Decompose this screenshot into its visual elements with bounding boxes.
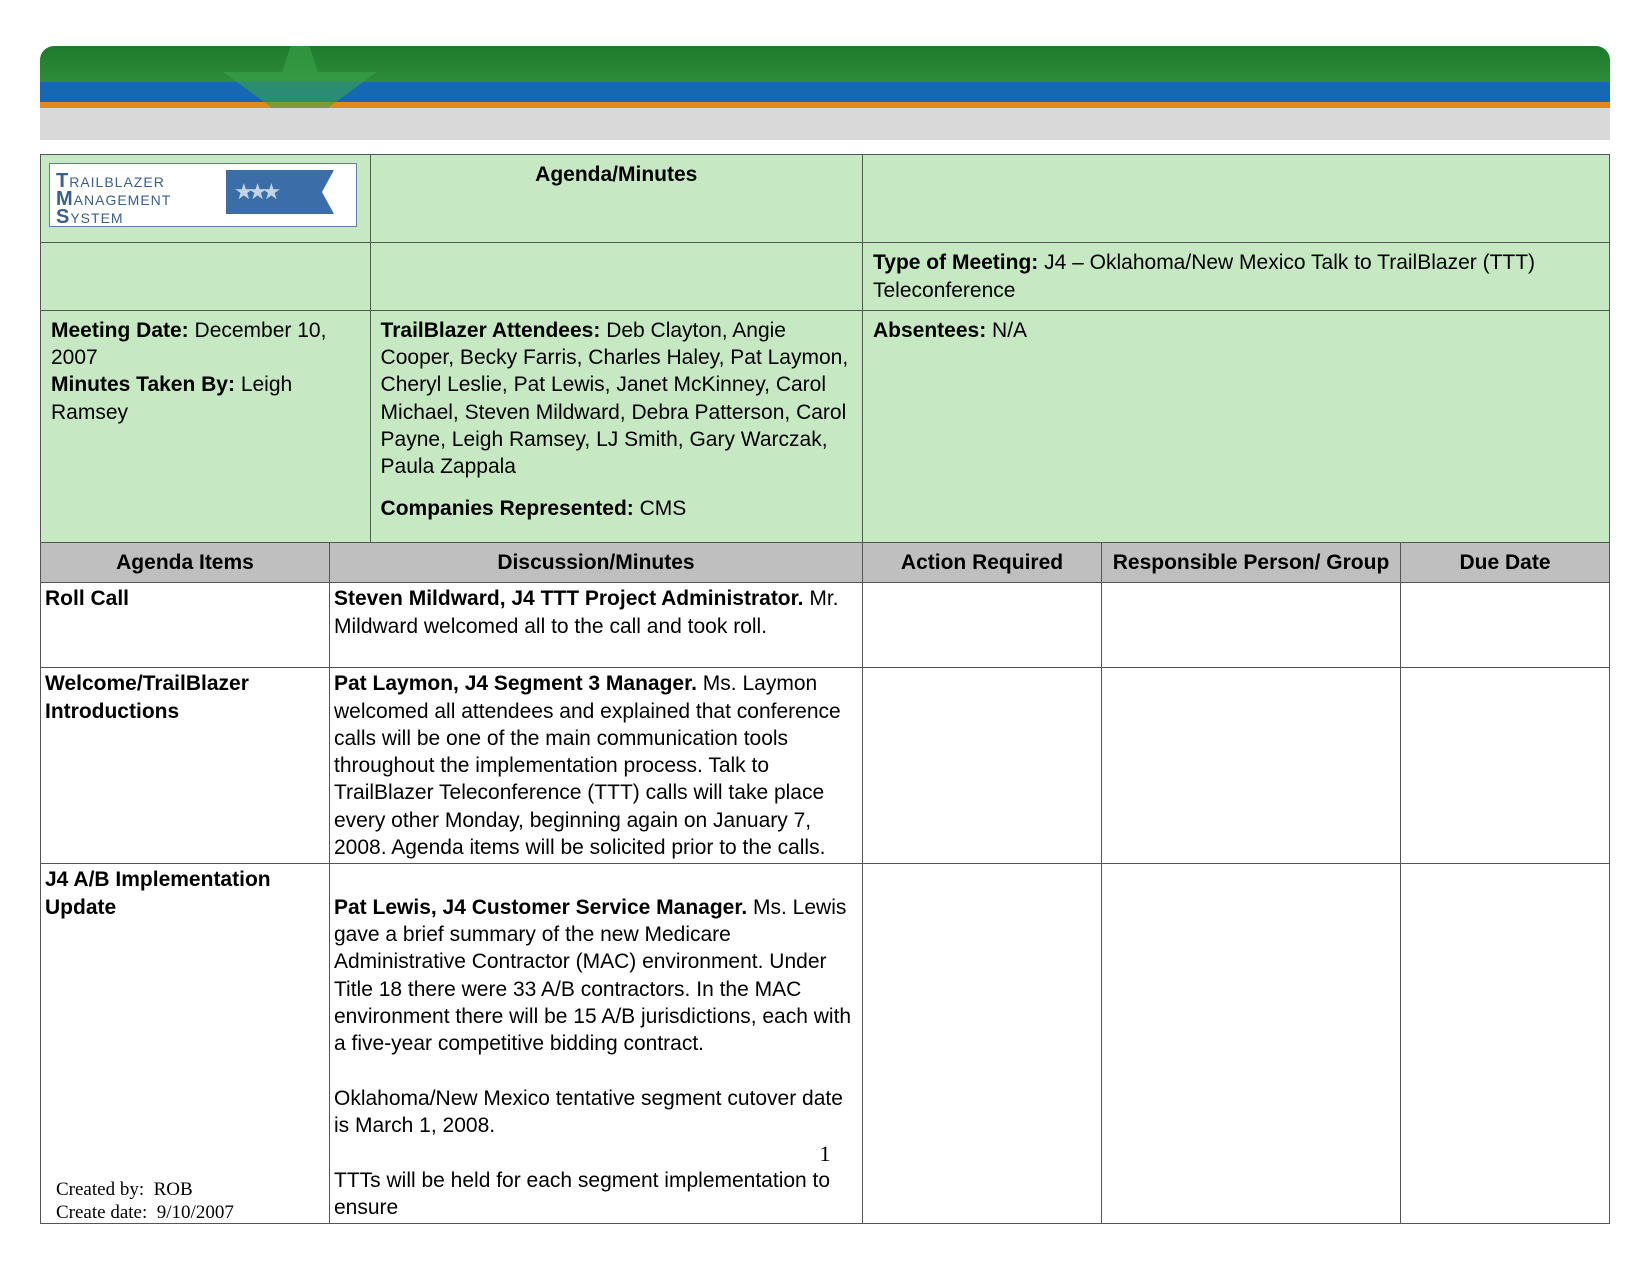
discussion-lead: Pat Lewis, J4 Customer Service Manager. bbox=[334, 896, 747, 919]
col-discussion: Discussion/Minutes bbox=[330, 542, 863, 582]
discussion-cell: Pat Laymon, J4 Segment 3 Manager. Ms. La… bbox=[330, 668, 863, 864]
banner-blue-stripe bbox=[40, 82, 1610, 102]
blank-cell-a bbox=[41, 243, 371, 311]
absentees-label: Absentees: bbox=[873, 319, 986, 342]
discussion-cell: Steven Mildward, J4 TTT Project Administ… bbox=[330, 583, 863, 668]
action-cell bbox=[863, 583, 1102, 668]
meeting-date-label: Meeting Date: bbox=[51, 319, 189, 342]
due-cell bbox=[1401, 864, 1610, 1224]
attendees-label: TrailBlazer Attendees: bbox=[381, 319, 601, 342]
created-by-value: ROB bbox=[154, 1179, 193, 1200]
agenda-item: Welcome/TrailBlazer Introductions bbox=[41, 668, 330, 864]
logo-star-icon bbox=[226, 170, 346, 214]
responsible-cell bbox=[1102, 583, 1401, 668]
meeting-type-cell: Type of Meeting: J4 – Oklahoma/New Mexic… bbox=[863, 243, 1610, 311]
table-row: Welcome/TrailBlazer Introductions Pat La… bbox=[41, 668, 1610, 864]
discussion-body: Ms. Laymon welcomed all attendees and ex… bbox=[334, 672, 841, 859]
action-cell bbox=[863, 668, 1102, 864]
created-by-label: Created by: bbox=[56, 1179, 144, 1200]
responsible-cell bbox=[1102, 864, 1401, 1224]
table-row: Roll Call Steven Mildward, J4 TTT Projec… bbox=[41, 583, 1610, 668]
agenda-item: J4 A/B Implementation Update bbox=[41, 864, 330, 1224]
create-date-label: Create date: bbox=[56, 1202, 147, 1223]
action-cell bbox=[863, 864, 1102, 1224]
companies-value: CMS bbox=[640, 497, 687, 520]
col-due-date: Due Date bbox=[1401, 542, 1610, 582]
trailblazer-logo: TTRAILBLAZERRAILBLAZER MANAGEMENT SYSTEM bbox=[49, 163, 357, 227]
responsible-cell bbox=[1102, 668, 1401, 864]
col-action-required: Action Required bbox=[863, 542, 1102, 582]
due-cell bbox=[1401, 668, 1610, 864]
page-number: 1 bbox=[0, 1141, 1650, 1167]
absentees-value: N/A bbox=[992, 319, 1027, 342]
due-cell bbox=[1401, 583, 1610, 668]
attendees-value: Deb Clayton, Angie Cooper, Becky Farris,… bbox=[381, 319, 849, 478]
title-cell: Agenda/Minutes bbox=[370, 155, 862, 243]
blank-header-cell bbox=[863, 155, 1610, 243]
discussion-body: Ms. Lewis gave a brief summary of the ne… bbox=[334, 896, 851, 1219]
agenda-item: Roll Call bbox=[41, 583, 330, 668]
companies-label: Companies Represented: bbox=[381, 497, 634, 520]
discussion-cell: Pat Lewis, J4 Customer Service Manager. … bbox=[330, 864, 863, 1224]
agenda-table: TTRAILBLAZERRAILBLAZER MANAGEMENT SYSTEM… bbox=[40, 154, 1610, 1224]
blank-cell-b bbox=[370, 243, 862, 311]
minutes-taken-label: Minutes Taken By: bbox=[51, 373, 235, 396]
discussion-lead: Pat Laymon, J4 Segment 3 Manager. bbox=[334, 672, 697, 695]
meeting-date-cell: Meeting Date: December 10, 2007 Minutes … bbox=[41, 310, 371, 542]
header-banner bbox=[40, 46, 1610, 108]
logo-cell: TTRAILBLAZERRAILBLAZER MANAGEMENT SYSTEM bbox=[41, 155, 371, 243]
col-responsible: Responsible Person/ Group bbox=[1102, 542, 1401, 582]
logo-line3: SYSTEM bbox=[56, 204, 124, 230]
discussion-lead: Steven Mildward, J4 TTT Project Administ… bbox=[334, 587, 804, 610]
absentees-cell: Absentees: N/A bbox=[863, 310, 1610, 542]
col-agenda-items: Agenda Items bbox=[41, 542, 330, 582]
meeting-type-label: Type of Meeting: bbox=[873, 251, 1038, 274]
banner-grey-bar bbox=[40, 108, 1610, 140]
footer: Created by: ROB Create date: 9/10/2007 bbox=[56, 1178, 234, 1226]
create-date-value: 9/10/2007 bbox=[157, 1202, 234, 1223]
document-page: TTRAILBLAZERRAILBLAZER MANAGEMENT SYSTEM… bbox=[0, 0, 1650, 1275]
attendees-cell: TrailBlazer Attendees: Deb Clayton, Angi… bbox=[370, 310, 862, 542]
table-row: J4 A/B Implementation Update Pat Lewis, … bbox=[41, 864, 1610, 1224]
